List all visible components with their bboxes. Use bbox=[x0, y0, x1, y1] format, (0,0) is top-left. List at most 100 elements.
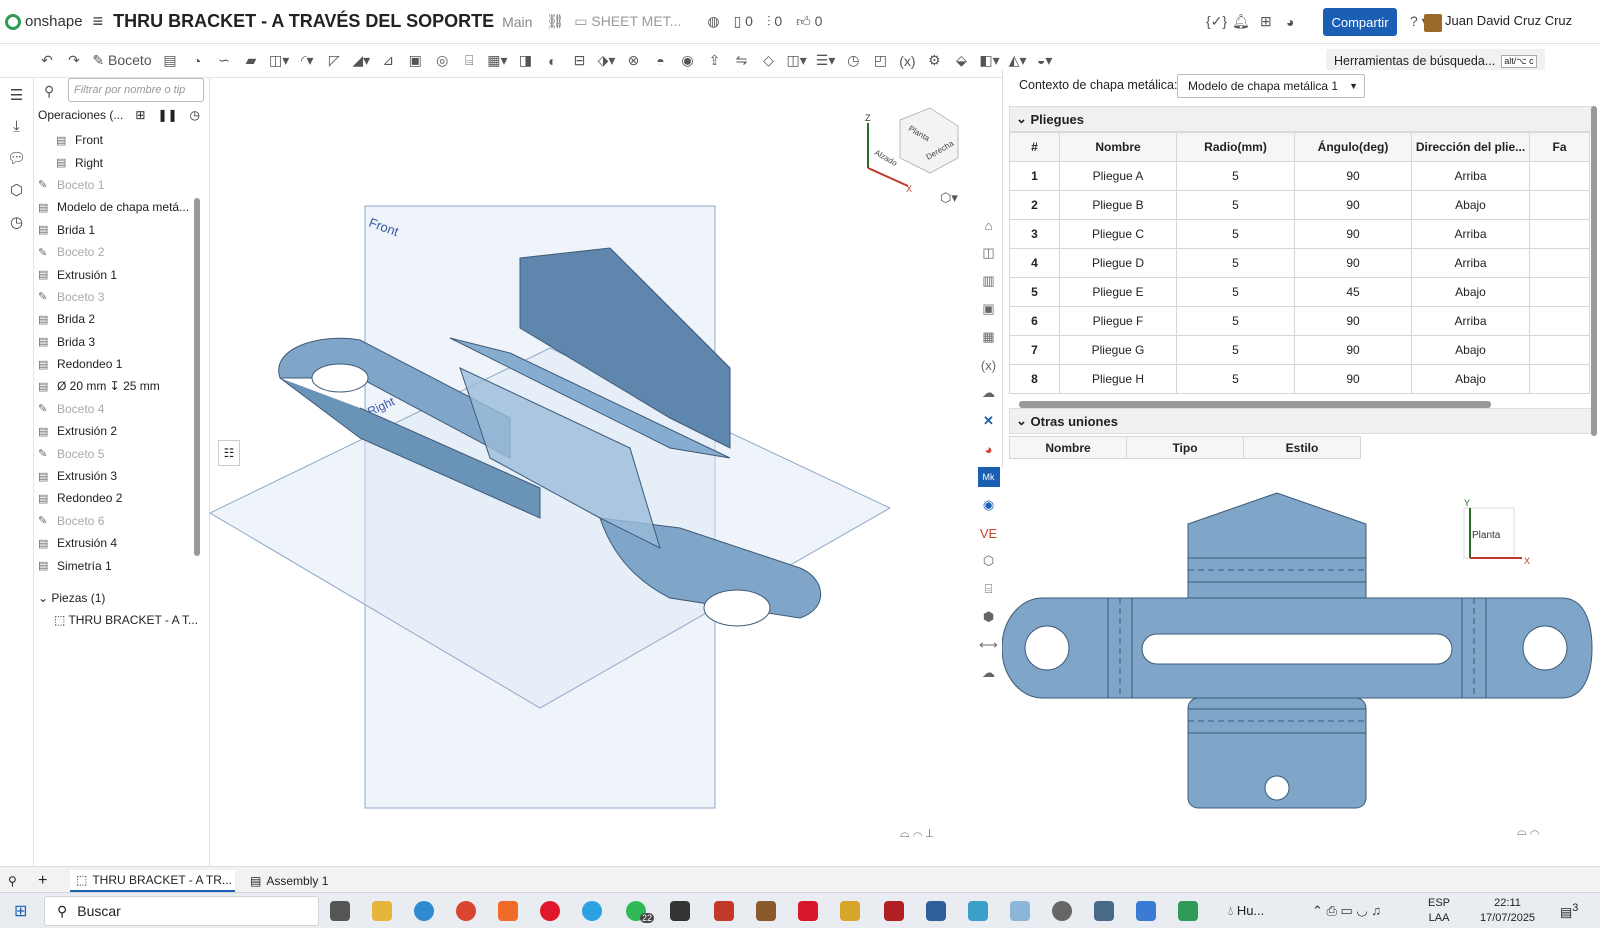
column-header[interactable]: Radio(mm) bbox=[1176, 132, 1295, 162]
graphics-viewport[interactable]: Front Right Planta Alzado Derecha Z X ⬡▾… bbox=[208, 78, 1002, 868]
sweep-icon[interactable]: ∽ bbox=[215, 52, 233, 69]
color-app-icon[interactable]: ◕ bbox=[978, 439, 1000, 459]
task-view-icon[interactable] bbox=[330, 901, 350, 921]
brave-icon[interactable] bbox=[498, 901, 518, 921]
feature-item[interactable]: ▤ Redondeo 1 bbox=[38, 353, 203, 375]
app-icon-3[interactable] bbox=[756, 901, 776, 921]
chamfer-icon[interactable]: ◸ bbox=[325, 52, 343, 69]
feature-item[interactable]: ▤ Brida 3 bbox=[38, 331, 203, 353]
feature-item[interactable]: ▤ Modelo de chapa metá... bbox=[38, 196, 203, 218]
feature-item[interactable]: ✎ Boceto 1 bbox=[38, 174, 203, 196]
rib-icon[interactable]: ⊿ bbox=[379, 52, 397, 69]
table-row[interactable]: 7 Pliegue G 5 90 Abajo bbox=[1009, 335, 1590, 365]
feature-item[interactable]: ▤ Extrusión 2 bbox=[38, 420, 203, 442]
flat-pattern[interactable]: Planta Y X bbox=[1001, 468, 1600, 868]
cylinder-icon[interactable]: ⌸ bbox=[460, 52, 478, 69]
feature-scrollbar[interactable] bbox=[194, 198, 200, 556]
cube-app-icon[interactable]: ⬢ bbox=[978, 607, 1000, 627]
table-row[interactable]: 2 Pliegue B 5 90 Abajo bbox=[1009, 190, 1590, 220]
file-explorer-icon[interactable] bbox=[372, 901, 392, 921]
system-tray-icons[interactable]: ⌃ ⎙ ▭ ◡ ♫ bbox=[1312, 903, 1381, 919]
column-header[interactable]: Nombre bbox=[1009, 436, 1127, 459]
filter-icon[interactable]: ⚲ bbox=[44, 83, 54, 100]
inventor-icon[interactable] bbox=[840, 901, 860, 921]
camera-app-icon[interactable]: ⌸ bbox=[978, 579, 1000, 599]
view-cube[interactable]: Planta Alzado Derecha Z X bbox=[840, 78, 970, 208]
fillet-icon[interactable]: ◜▾ bbox=[298, 52, 316, 69]
tab-part-studio[interactable]: ⬚ THRU BRACKET - A TR... bbox=[70, 870, 235, 892]
document-title[interactable]: THRU BRACKET - A TRAVÉS DEL SOPORTE bbox=[113, 11, 494, 32]
parts-header[interactable]: ⌄ Piezas (1) bbox=[38, 591, 198, 605]
cloud-app-icon[interactable]: ☁ bbox=[978, 663, 1000, 683]
panel-scrollbar[interactable] bbox=[1591, 106, 1597, 436]
surface-icon[interactable]: ◒▾ bbox=[1036, 52, 1054, 69]
assembly-icon[interactable]: ⚙ bbox=[925, 52, 943, 69]
column-header[interactable]: Ángulo(deg) bbox=[1294, 132, 1412, 162]
feature-item[interactable]: ✎ Boceto 4 bbox=[38, 398, 203, 420]
clock[interactable]: 22:11 17/07/2025 bbox=[1480, 896, 1535, 926]
workspace-label[interactable]: ▭ SHEET MET... bbox=[574, 13, 681, 30]
extrude-icon[interactable]: ▤ bbox=[161, 52, 179, 69]
app-icon-2[interactable] bbox=[714, 901, 734, 921]
menu-icon[interactable]: ≡ bbox=[93, 11, 104, 32]
table-row[interactable]: 6 Pliegue F 5 90 Arriba bbox=[1009, 306, 1590, 336]
table-row[interactable]: 1 Pliegue A 5 90 Arriba bbox=[1009, 161, 1590, 191]
variable-icon[interactable]: (x) bbox=[898, 53, 916, 69]
add-tab-icon[interactable]: + bbox=[38, 870, 47, 892]
feature-item[interactable]: ✎ Boceto 5 bbox=[38, 442, 203, 464]
undo-icon[interactable]: ↶ bbox=[38, 52, 56, 69]
feature-list-icon[interactable]: ☰ bbox=[0, 86, 33, 104]
feature-item[interactable]: ▤ Extrusión 4 bbox=[38, 532, 203, 554]
feature-item[interactable]: ▤ Brida 2 bbox=[38, 308, 203, 330]
loft-icon[interactable]: ▰ bbox=[242, 52, 260, 69]
versions-count[interactable]: ▯ 0 bbox=[734, 13, 753, 30]
link-icon[interactable]: ⛓ bbox=[546, 13, 564, 30]
avatar[interactable] bbox=[1424, 14, 1442, 32]
finish-icon[interactable]: ▥ bbox=[978, 271, 1000, 291]
settings-icon[interactable] bbox=[1052, 901, 1072, 921]
tag-icon[interactable]: ⬙ bbox=[952, 52, 970, 69]
dimension-app-icon[interactable]: ⟷ bbox=[978, 635, 1000, 655]
delete-part-icon[interactable]: ⊗ bbox=[625, 52, 643, 69]
edge-icon[interactable] bbox=[414, 901, 434, 921]
globe-icon[interactable]: ◍ bbox=[707, 13, 719, 30]
calendar-icon[interactable] bbox=[1136, 901, 1156, 921]
feature-item[interactable]: ▤ Ø 20 mm ↧ 25 mm bbox=[38, 375, 203, 397]
feature-item[interactable]: ▤ Extrusión 1 bbox=[38, 263, 203, 285]
language-indicator[interactable]: ESP LAA bbox=[1428, 896, 1450, 926]
add-folder-icon[interactable]: ⊞ bbox=[135, 108, 145, 122]
weather-widget[interactable]: 💧︎ Hu... bbox=[1228, 903, 1264, 919]
feature-list-toggle-icon[interactable]: ☷ bbox=[218, 440, 240, 466]
app-icon-5[interactable] bbox=[968, 901, 988, 921]
app-icon-4[interactable] bbox=[926, 901, 946, 921]
feature-item[interactable]: ✎ Boceto 6 bbox=[38, 510, 203, 532]
column-header[interactable]: Tipo bbox=[1126, 436, 1244, 459]
flat-pattern-view[interactable]: Planta Y X ⌓ ⌒ bbox=[1001, 468, 1600, 868]
feature-item[interactable]: ✎ Boceto 3 bbox=[38, 286, 203, 308]
onshape-logo[interactable]: onshape bbox=[5, 13, 83, 30]
windows-start-icon[interactable]: ⊞ bbox=[14, 901, 27, 921]
compass-app-icon[interactable]: ◉ bbox=[978, 495, 1000, 515]
joints-section-header[interactable]: ⌄ Otras uniones bbox=[1009, 408, 1595, 434]
app-icon-1[interactable] bbox=[670, 901, 690, 921]
table-row[interactable]: 4 Pliegue D 5 90 Arriba bbox=[1009, 248, 1590, 278]
column-header[interactable]: Nombre bbox=[1059, 132, 1177, 162]
pause-icon[interactable]: ❚❚ bbox=[157, 108, 177, 122]
flat-view-icon[interactable]: ◫ bbox=[978, 243, 1000, 263]
notifications-icon[interactable]: 🔔︎ bbox=[1232, 13, 1250, 30]
feature-item[interactable]: ✎ Boceto 2 bbox=[38, 241, 203, 263]
solidworks-icon[interactable] bbox=[884, 901, 904, 921]
history-icon[interactable]: ◷ bbox=[0, 213, 33, 231]
table-icon[interactable]: ▦ bbox=[978, 327, 1000, 347]
modify-fillet-icon[interactable]: ◓ bbox=[652, 53, 670, 69]
branch-label[interactable]: Main bbox=[502, 14, 532, 30]
chrome-icon[interactable] bbox=[456, 901, 476, 921]
x-app-icon[interactable]: ✕ bbox=[978, 411, 1000, 431]
calculator-icon[interactable] bbox=[1094, 901, 1114, 921]
onshape-taskbar-icon[interactable] bbox=[1178, 901, 1198, 921]
insert-icon[interactable]: ⤓ bbox=[0, 118, 33, 135]
plane-icon[interactable]: ◇ bbox=[760, 52, 778, 69]
bends-section-header[interactable]: ⌄ Pliegues bbox=[1009, 106, 1595, 132]
transform-icon[interactable]: ⬗▾ bbox=[598, 52, 616, 69]
variable-table-icon[interactable]: (x) bbox=[978, 355, 1000, 375]
